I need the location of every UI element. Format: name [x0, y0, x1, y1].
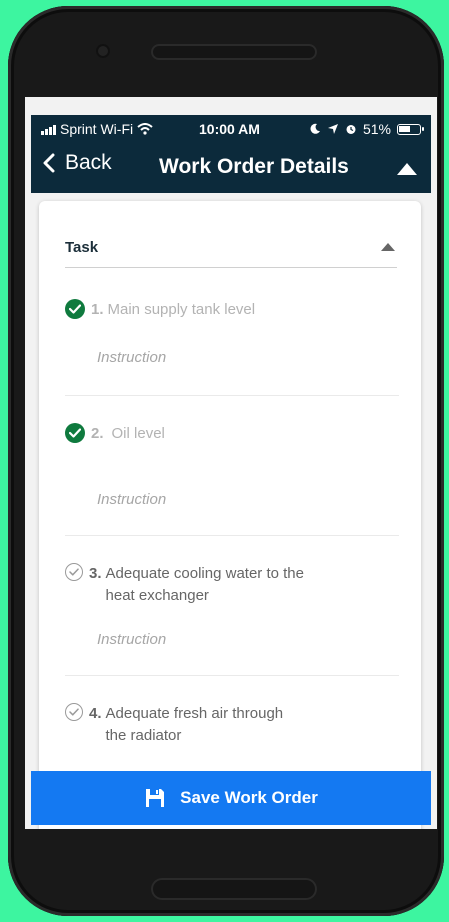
wifi-icon	[137, 123, 153, 135]
task-instruction[interactable]: Instruction	[97, 349, 166, 366]
back-label: Back	[65, 151, 112, 174]
task-text-line1: Adequate cooling water to the	[105, 565, 304, 582]
task-text-line1: Adequate fresh air through	[105, 705, 284, 722]
task-section-label: Task	[65, 239, 99, 256]
check-circle-outline-icon	[65, 703, 83, 721]
chevron-left-icon	[43, 153, 55, 173]
save-work-order-button[interactable]: Save Work Order	[31, 771, 431, 825]
moon-icon	[310, 123, 320, 134]
task-instruction[interactable]: Instruction	[97, 631, 166, 648]
caret-up-icon	[381, 243, 395, 251]
app-screen: Sprint Wi-Fi 10:00 AM 51% Back Work Orde…	[25, 97, 437, 829]
nav-bar: Back Work Order Details	[31, 145, 431, 189]
signal-icon	[41, 124, 56, 135]
status-time: 10:00 AM	[199, 121, 260, 137]
floppy-disk-icon	[146, 789, 165, 807]
task-item-2[interactable]: 2. Oil level Instruction	[65, 423, 399, 536]
alarm-icon	[346, 125, 356, 134]
speaker	[151, 44, 317, 60]
check-circle-icon	[65, 299, 85, 319]
task-text: Main supply tank level	[107, 301, 256, 318]
camera	[96, 44, 110, 58]
task-number: 4.	[89, 705, 102, 722]
collapse-triangle-icon[interactable]	[397, 163, 417, 175]
task-number: 1.	[91, 301, 104, 318]
task-text: Adequate fresh air through the radiator	[106, 703, 284, 747]
page-title: Work Order Details	[159, 155, 349, 178]
task-instruction[interactable]: Instruction	[97, 491, 166, 508]
app-header: Sprint Wi-Fi 10:00 AM 51% Back Work Orde…	[31, 115, 431, 193]
location-icon	[327, 124, 338, 134]
task-text: Oil level	[111, 425, 165, 442]
check-circle-outline-icon	[65, 563, 83, 581]
task-section-header[interactable]: Task	[65, 239, 397, 268]
carrier-label: Sprint Wi-Fi	[60, 121, 134, 137]
battery-percent: 51%	[362, 121, 391, 137]
status-bar: Sprint Wi-Fi 10:00 AM 51%	[31, 119, 431, 141]
task-text-line2: heat exchanger	[105, 587, 209, 604]
save-button-label: Save Work Order	[180, 788, 318, 807]
check-circle-icon	[65, 423, 85, 443]
task-number: 3.	[89, 565, 102, 582]
task-item-3[interactable]: 3. Adequate cooling water to the heat ex…	[65, 563, 399, 676]
task-text-line2: the radiator	[105, 727, 182, 744]
back-button[interactable]: Back	[43, 151, 112, 175]
task-number: 2.	[91, 425, 104, 442]
task-item-1[interactable]: 1. Main supply tank level Instruction	[65, 299, 399, 396]
task-text: Adequate cooling water to the heat excha…	[106, 563, 304, 607]
task-card: Task 1. Main supply tank level Instructi…	[39, 201, 421, 829]
home-button[interactable]	[151, 878, 317, 900]
battery-icon	[397, 123, 424, 135]
